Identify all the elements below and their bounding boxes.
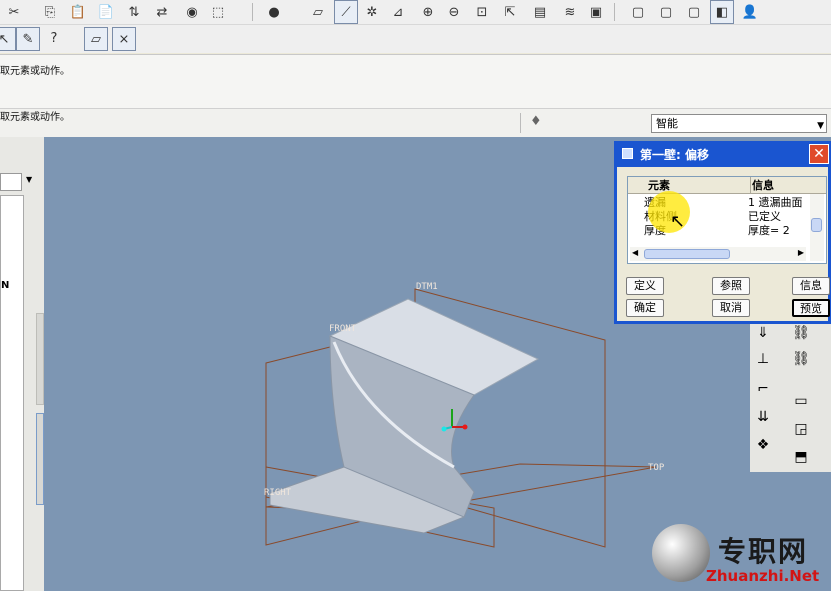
datum-points-icon[interactable]: ✲ xyxy=(362,2,382,22)
datum-label-front: FRONT xyxy=(329,324,357,334)
chain-icon[interactable]: ⛓ xyxy=(790,322,812,344)
watermark-cn: 专职网 xyxy=(718,535,809,568)
extend-icon[interactable]: ⇊ xyxy=(752,406,774,428)
watermark-logo-icon xyxy=(652,524,710,582)
table-row[interactable]: 厚度 厚度= 2 xyxy=(628,222,826,237)
help-icon[interactable]: ? xyxy=(44,28,64,48)
select-box-icon[interactable]: ⬚ xyxy=(208,2,228,22)
shaded-icon[interactable]: ◧ xyxy=(710,0,734,24)
datum-planes-icon[interactable]: ▱ xyxy=(308,2,328,22)
message-line-2: 取元素或动作。 xyxy=(0,112,70,123)
paste-icon[interactable]: 📋 xyxy=(68,2,88,22)
regenerate-icon[interactable]: ⇅ xyxy=(124,2,144,22)
merge-icon[interactable]: ❖ xyxy=(752,434,774,456)
mirror-icon[interactable]: ⊥ xyxy=(752,348,774,370)
vertical-scrollbar[interactable] xyxy=(810,194,824,261)
refit-icon[interactable]: ⊡ xyxy=(472,2,492,22)
model-tree[interactable]: N xyxy=(0,195,24,591)
sketch-icon[interactable]: ✎ xyxy=(16,27,40,51)
preview-button[interactable]: 预览 xyxy=(792,299,830,317)
refs-button[interactable]: 参照 xyxy=(712,277,750,295)
ok-button[interactable]: 确定 xyxy=(626,299,664,317)
selection-filter-value: 智能 xyxy=(656,117,678,130)
chain-link-icon[interactable]: ⛓ xyxy=(790,348,812,370)
hidden-line-icon[interactable]: ▢ xyxy=(656,2,676,22)
select-icon[interactable]: ↖ xyxy=(0,27,16,51)
wireframe-icon[interactable]: ▢ xyxy=(628,2,648,22)
shading-icon[interactable]: ● xyxy=(264,2,284,22)
dialog-title: 第一壁: 偏移 xyxy=(640,148,709,162)
chevron-down-icon[interactable]: ▼ xyxy=(26,175,32,184)
reorient-icon[interactable]: ⇱ xyxy=(500,2,520,22)
corner-icon[interactable]: ⌐ xyxy=(752,378,774,400)
regen-manager-icon[interactable]: ⇄ xyxy=(152,2,172,22)
cut-icon[interactable]: ✂ xyxy=(4,2,24,22)
scroll-left-icon[interactable]: ◀ xyxy=(632,248,638,257)
element-list[interactable]: 元素 信息 遗漏 1 遗漏曲面 材料侧 已定义 厚度 厚度= 2 ↖ ◀ ▶ xyxy=(627,176,827,264)
dialog-titlebar[interactable]: 第一壁: 偏移 ✕ xyxy=(614,141,831,167)
cancel-button[interactable]: 取消 xyxy=(712,299,750,317)
bend-icon[interactable]: ◲ xyxy=(790,418,812,440)
dialog-body: 元素 信息 遗漏 1 遗漏曲面 材料侧 已定义 厚度 厚度= 2 ↖ ◀ ▶ 定… xyxy=(617,167,830,321)
no-hidden-icon[interactable]: ▢ xyxy=(684,2,704,22)
datum-display-icon[interactable]: ⨯ xyxy=(112,27,136,51)
saved-views-icon[interactable]: ▤ xyxy=(530,2,550,22)
view-manager-icon[interactable]: ▣ xyxy=(586,2,606,22)
datum-label-right: RIGHT xyxy=(264,488,292,498)
main-toolbar: ✂ ⎘ 📋 📄 ⇅ ⇄ ◉ ⬚ ● ▱ ⟋ ✲ ⊿ ⊕ ⊖ ⊡ ⇱ ▤ ≋ ▣ … xyxy=(0,0,831,25)
table-row[interactable]: 材料侧 已定义 xyxy=(628,208,826,223)
watermark: 专职网 Zhuanzhi.Net xyxy=(652,522,831,591)
flat-wall-icon[interactable]: ▭ xyxy=(790,390,812,412)
watermark-en: Zhuanzhi.Net xyxy=(706,567,820,585)
plane-sketch-icon[interactable]: ▱ xyxy=(84,27,108,51)
table-row[interactable]: 遗漏 1 遗漏曲面 xyxy=(628,194,826,209)
scroll-right-icon[interactable]: ▶ xyxy=(798,248,804,257)
message-line-1: 取元素或动作。 xyxy=(0,66,70,77)
row-info: 厚度= 2 xyxy=(748,224,790,237)
paste-special-icon[interactable]: 📄 xyxy=(96,2,116,22)
info-button[interactable]: 信息 xyxy=(792,277,830,295)
layers-icon[interactable]: ≋ xyxy=(560,2,580,22)
datum-label-top: TOP xyxy=(648,463,665,473)
unbend-icon[interactable]: ⬒ xyxy=(790,446,812,468)
secondary-toolbar: ↖ ✎ ? ▱ ⨯ xyxy=(0,25,831,53)
left-panel: ▼ N xyxy=(0,137,44,591)
horizontal-scrollbar[interactable]: ◀ ▶ xyxy=(630,247,806,261)
zoom-out-icon[interactable]: ⊖ xyxy=(444,2,464,22)
feature-dialog: 第一壁: 偏移 ✕ 元素 信息 遗漏 1 遗漏曲面 材料侧 已定义 厚度 厚度=… xyxy=(614,141,831,324)
define-button[interactable]: 定义 xyxy=(626,277,664,295)
feature-toolbar: ⇓ ⛓ ⊥ ⛓ ⌐ ▭ ⇊ ◲ ❖ ⬒ xyxy=(750,322,831,472)
element-list-header: 元素 信息 xyxy=(628,177,826,194)
mouse-pointer-icon: ↖ xyxy=(670,211,686,232)
zoom-in-icon[interactable]: ⊕ xyxy=(418,2,438,22)
tree-item-label: N xyxy=(1,280,10,291)
splitter-handle[interactable] xyxy=(36,413,44,505)
model-tree-icon[interactable]: 👤 xyxy=(740,2,760,22)
row-element: 厚度 xyxy=(644,224,666,237)
splitter-handle[interactable] xyxy=(36,313,44,405)
find-icon[interactable]: ◉ xyxy=(182,2,202,22)
dialog-icon xyxy=(622,148,633,159)
coord-sys-icon[interactable]: ⊿ xyxy=(388,2,408,22)
column-element: 元素 xyxy=(648,179,670,192)
light-bulb-icon: ♦ xyxy=(530,114,542,129)
chevron-down-icon: ▼ xyxy=(817,121,824,131)
datum-label-dtm1: DTM1 xyxy=(416,282,438,292)
scroll-thumb[interactable] xyxy=(644,249,730,259)
close-button[interactable]: ✕ xyxy=(809,144,829,164)
copy-icon[interactable]: ⎘ xyxy=(40,2,60,22)
datum-axes-icon[interactable]: ⟋ xyxy=(334,0,358,24)
selection-filter[interactable]: 智能 ▼ xyxy=(651,114,827,133)
tree-toolbar-icon[interactable] xyxy=(0,173,22,191)
column-info: 信息 xyxy=(752,179,774,192)
thicken-icon[interactable]: ⇓ xyxy=(752,322,774,344)
